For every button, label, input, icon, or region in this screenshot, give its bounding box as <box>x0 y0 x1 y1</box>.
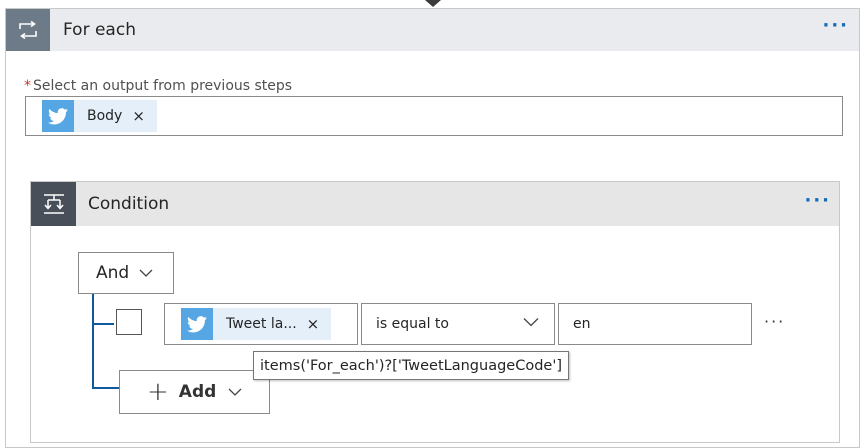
plus-icon: + <box>147 377 169 407</box>
loop-icon <box>6 9 50 51</box>
for-each-title: For each <box>63 20 136 40</box>
comparison-operator-value: is equal to <box>376 316 449 332</box>
chevron-down-icon <box>228 388 242 396</box>
output-label-text: Select an output from previous steps <box>33 78 293 94</box>
body-token-label: Body <box>87 108 123 124</box>
tweet-language-token-remove-button[interactable]: × <box>307 315 320 333</box>
logic-operator-select[interactable]: And <box>78 252 174 294</box>
tweet-language-token-label: Tweet la... <box>226 316 297 332</box>
condition-value-input[interactable]: en <box>558 303 752 345</box>
chevron-down-icon <box>139 269 153 277</box>
required-marker: * <box>24 78 31 94</box>
condition-title: Condition <box>88 194 170 214</box>
condition-card: Condition ··· And Tweet la... × is equal… <box>30 181 840 443</box>
add-button[interactable]: + Add <box>119 370 270 414</box>
connector-arrow <box>425 0 441 7</box>
body-token[interactable]: Body × <box>42 100 157 132</box>
tree-line-branch <box>92 387 122 389</box>
expression-tooltip: items('For_each')?['TweetLanguageCode'] <box>253 351 569 380</box>
add-button-label: Add <box>178 382 217 402</box>
for-each-more-button[interactable]: ··· <box>822 15 849 36</box>
tree-line-vertical <box>92 294 94 389</box>
chevron-down-icon <box>523 318 539 327</box>
tree-line-branch <box>92 323 114 325</box>
for-each-card: For each ··· * Select an output from prev… <box>5 8 860 448</box>
condition-left-operand[interactable]: Tweet la... × <box>164 303 358 345</box>
condition-header[interactable]: Condition ··· <box>31 182 839 226</box>
twitter-icon <box>181 308 213 340</box>
row-checkbox[interactable] <box>116 309 142 335</box>
output-field-label: * Select an output from previous steps <box>24 78 292 94</box>
comparison-operator-select[interactable]: is equal to <box>361 303 555 345</box>
tweet-language-token[interactable]: Tweet la... × <box>181 308 332 340</box>
condition-more-button[interactable]: ··· <box>804 190 831 211</box>
output-input[interactable]: Body × <box>25 96 843 136</box>
row-more-button[interactable]: ··· <box>764 312 785 331</box>
body-token-remove-button[interactable]: × <box>132 107 145 125</box>
twitter-icon <box>42 100 74 132</box>
logic-operator-value: And <box>96 263 130 283</box>
condition-icon <box>31 182 76 226</box>
for-each-header[interactable]: For each ··· <box>6 9 859 51</box>
